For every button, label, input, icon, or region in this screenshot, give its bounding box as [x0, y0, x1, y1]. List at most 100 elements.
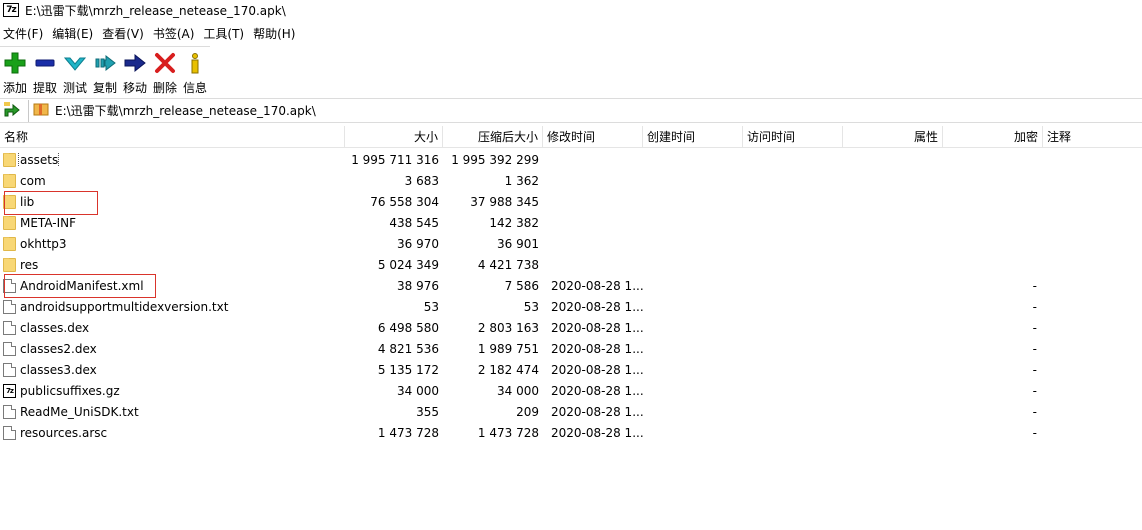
extract-button[interactable]: 提取 [30, 51, 60, 96]
file-icon [3, 320, 16, 335]
delete-label: 删除 [152, 81, 177, 95]
column-created[interactable]: 创建时间 [643, 126, 743, 148]
table-row[interactable]: androidsupportmultidexversion.txt 53 53 … [0, 296, 1142, 317]
table-row[interactable]: 7z publicsuffixes.gz 34 000 34 000 2020-0… [0, 380, 1142, 401]
file-encrypted: - [1032, 299, 1037, 314]
file-packed-size: 2 803 163 [477, 320, 539, 335]
file-name: androidsupportmultidexversion.txt [20, 299, 229, 314]
add-label: 添加 [2, 81, 27, 95]
column-packed-size[interactable]: 压缩后大小 [443, 126, 543, 148]
menu-file[interactable]: 文件(F) [0, 25, 49, 42]
menu-bar: 文件(F) 编辑(E) 查看(V) 书签(A) 工具(T) 帮助(H) [0, 22, 301, 44]
up-arrow-icon [3, 100, 21, 121]
file-modified: 2020-08-28 1... [551, 341, 643, 356]
delete-button[interactable]: 删除 [150, 51, 180, 96]
file-packed-size: 1 989 751 [477, 341, 539, 356]
table-row[interactable]: assets 1 995 711 316 1 995 392 299 [0, 149, 1142, 170]
address-bar: E:\迅雷下载\mrzh_release_netease_170.apk\ [0, 98, 1142, 123]
table-row[interactable]: META-INF 438 545 142 382 [0, 212, 1142, 233]
column-comment[interactable]: 注释 [1043, 126, 1142, 148]
table-row[interactable]: resources.arsc 1 473 728 1 473 728 2020-… [0, 422, 1142, 443]
file-modified: 2020-08-28 1... [551, 362, 643, 377]
archive-icon [33, 101, 49, 120]
file-size: 5 024 349 [377, 257, 439, 272]
file-name: classes.dex [20, 320, 90, 335]
move-icon [123, 51, 147, 75]
move-button[interactable]: 移动 [120, 51, 150, 96]
file-packed-size: 7 586 [504, 278, 539, 293]
file-size: 5 135 172 [377, 362, 439, 377]
file-packed-size: 53 [523, 299, 539, 314]
column-accessed[interactable]: 访问时间 [743, 126, 843, 148]
file-icon [3, 362, 16, 377]
info-button[interactable]: 信息 [180, 51, 210, 96]
table-row[interactable]: classes2.dex 4 821 536 1 989 751 2020-08… [0, 338, 1142, 359]
column-encrypted[interactable]: 加密 [943, 126, 1043, 148]
file-name: META-INF [20, 215, 77, 230]
test-button[interactable]: 测试 [60, 51, 90, 96]
file-list-header: 名称 大小 压缩后大小 修改时间 创建时间 访问时间 属性 加密 注释 [0, 126, 1142, 148]
toolbar: 添加 提取 测试 复制 移动 删除 信息 [0, 46, 210, 96]
file-size: 38 976 [397, 278, 439, 293]
folder-icon [3, 152, 16, 167]
table-row[interactable]: ReadMe_UniSDK.txt 355 209 2020-08-28 1..… [0, 401, 1142, 422]
file-name: res [20, 257, 39, 272]
file-packed-size: 142 382 [489, 215, 539, 230]
column-attributes[interactable]: 属性 [843, 126, 943, 148]
table-row[interactable]: lib 76 558 304 37 988 345 [0, 191, 1142, 212]
test-icon [63, 51, 87, 75]
window-title: E:\迅雷下载\mrzh_release_netease_170.apk\ [25, 3, 286, 18]
column-name[interactable]: 名称 [0, 126, 345, 148]
table-row[interactable]: classes.dex 6 498 580 2 803 163 2020-08-… [0, 317, 1142, 338]
table-row[interactable]: res 5 024 349 4 421 738 [0, 254, 1142, 275]
menu-bookmarks[interactable]: 书签(A) [150, 25, 201, 42]
address-path: E:\迅雷下载\mrzh_release_netease_170.apk\ [55, 104, 316, 118]
file-name: okhttp3 [20, 236, 67, 251]
file-packed-size: 36 901 [497, 236, 539, 251]
info-icon [183, 51, 207, 75]
table-row[interactable]: AndroidManifest.xml 38 976 7 586 2020-08… [0, 275, 1142, 296]
file-size: 1 995 711 316 [351, 152, 439, 167]
file-packed-size: 4 421 738 [477, 257, 539, 272]
move-label: 移动 [122, 81, 147, 95]
add-icon [3, 51, 27, 75]
file-encrypted: - [1032, 404, 1037, 419]
file-modified: 2020-08-28 1... [551, 383, 643, 398]
go-up-button[interactable] [0, 100, 24, 122]
add-button[interactable]: 添加 [0, 51, 30, 96]
file-name: classes3.dex [20, 362, 97, 377]
file-modified: 2020-08-28 1... [551, 404, 643, 419]
menu-help[interactable]: 帮助(H) [250, 25, 301, 42]
column-modified[interactable]: 修改时间 [543, 126, 643, 148]
column-size[interactable]: 大小 [345, 126, 443, 148]
menu-view[interactable]: 查看(V) [99, 25, 150, 42]
address-field[interactable]: E:\迅雷下载\mrzh_release_netease_170.apk\ [28, 99, 1142, 122]
file-modified: 2020-08-28 1... [551, 320, 643, 335]
extract-icon [33, 51, 57, 75]
folder-icon [3, 257, 16, 272]
info-label: 信息 [182, 81, 207, 95]
file-modified: 2020-08-28 1... [551, 299, 643, 314]
copy-label: 复制 [92, 81, 117, 95]
file-encrypted: - [1032, 362, 1037, 377]
file-size: 4 821 536 [377, 341, 439, 356]
file-size: 34 000 [397, 383, 439, 398]
copy-button[interactable]: 复制 [90, 51, 120, 96]
file-encrypted: - [1032, 320, 1037, 335]
7zip-app-icon: 7z [3, 3, 19, 17]
menu-tools[interactable]: 工具(T) [200, 25, 250, 42]
file-encrypted: - [1032, 278, 1037, 293]
file-size: 355 [416, 404, 439, 419]
file-encrypted: - [1032, 425, 1037, 440]
menu-edit[interactable]: 编辑(E) [49, 25, 99, 42]
lib-highlight-box [4, 191, 98, 215]
file-icon [3, 299, 16, 314]
table-row[interactable]: classes3.dex 5 135 172 2 182 474 2020-08… [0, 359, 1142, 380]
file-name: classes2.dex [20, 341, 97, 356]
folder-icon [3, 236, 16, 251]
title-bar: 7z E:\迅雷下载\mrzh_release_netease_170.apk\ [0, 0, 1142, 20]
file-list: assets 1 995 711 316 1 995 392 299 com 3… [0, 149, 1142, 443]
table-row[interactable]: okhttp3 36 970 36 901 [0, 233, 1142, 254]
file-icon [3, 404, 16, 419]
table-row[interactable]: com 3 683 1 362 [0, 170, 1142, 191]
